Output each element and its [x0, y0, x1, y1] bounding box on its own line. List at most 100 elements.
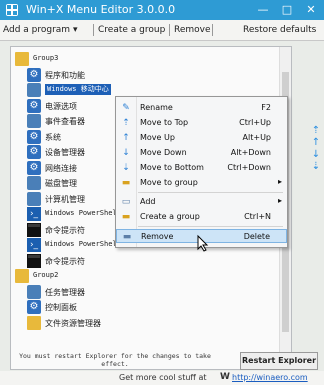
tree-group[interactable]: Group2	[11, 268, 277, 284]
tree-item-label: Group2	[33, 271, 59, 279]
menu-item-rename[interactable]: ✎ Rename F2	[116, 101, 287, 115]
side-move-arrows: ⇡ ↑ ↓ ⇣	[311, 125, 321, 173]
add-program-label: Add a program	[3, 25, 71, 35]
toolbar-divider	[169, 24, 170, 36]
restore-defaults-button[interactable]: Restore defaults	[243, 25, 316, 35]
app-icon	[6, 4, 18, 16]
menu-item-shortcut: Ctrl+Up	[239, 118, 271, 127]
menu-item-shortcut: Alt+Up	[242, 133, 271, 142]
folder-icon: ▬	[121, 178, 131, 188]
tree-item[interactable]: ⚙ 程序和功能	[11, 67, 277, 83]
gear-icon: ⚙	[27, 145, 41, 159]
menu-item-label: Add	[140, 197, 156, 206]
toolbar-divider	[93, 24, 94, 36]
toolbar: Add a program ▾ Create a group Remove Re…	[0, 20, 324, 41]
title-bar: Win+X Menu Editor 3.0.0.0 — □ ✕	[0, 0, 324, 20]
rename-icon: ✎	[122, 103, 130, 113]
menu-item-add[interactable]: ▭ Add ▸	[116, 195, 287, 209]
add-icon: ▭	[121, 197, 131, 207]
menu-item-shortcut: Delete	[243, 232, 270, 241]
move-top-icon[interactable]: ⇡	[311, 125, 321, 137]
gear-icon: ⚙	[27, 98, 41, 113]
menu-item-move-to-bottom[interactable]: ⇣ Move to Bottom Ctrl+Down	[116, 161, 287, 175]
submenu-arrow-icon: ▸	[277, 177, 282, 186]
cmd-icon	[27, 253, 41, 268]
winaero-logo: W	[220, 372, 230, 382]
tree-item-label: 事件查看器	[45, 117, 85, 126]
menu-item-shortcut: F2	[261, 103, 271, 112]
tree-item-label: 磁盘管理	[45, 179, 77, 188]
menu-item-move-to-top[interactable]: ⇡ Move to Top Ctrl+Up	[116, 116, 287, 130]
tree-item-label: 设备管理器	[45, 148, 85, 157]
menu-item-label: Move to Top	[140, 118, 189, 127]
move-bottom-icon[interactable]: ⇣	[311, 161, 321, 173]
other-icon	[27, 114, 41, 128]
restart-explorer-button[interactable]: Restart Explorer	[240, 352, 318, 370]
folder-icon	[27, 315, 41, 330]
menu-item-label: Rename	[140, 103, 173, 112]
tree-item[interactable]: 文件资源管理器	[11, 315, 277, 331]
remove-icon: ▬	[122, 232, 132, 242]
close-button[interactable]: ✕	[300, 2, 322, 18]
tree-item-label: 命令提示符	[45, 256, 85, 266]
tree-item-label: 电源选项	[45, 101, 77, 111]
folder-icon: ▬	[121, 212, 131, 222]
tree-item-label: 控制面板	[45, 303, 77, 312]
menu-item-label: Remove	[141, 232, 174, 241]
status-bar: Get more cool stuff at W http://winaero.…	[0, 371, 324, 385]
submenu-arrow-icon: ▸	[277, 196, 282, 205]
menu-item-label: Create a group	[140, 212, 200, 221]
status-prefix: Get more cool stuff at	[119, 373, 207, 382]
gear-icon: ⚙	[27, 67, 41, 82]
menu-item-move-to-group[interactable]: ▬ Move to group ▸	[116, 176, 287, 190]
tree-item-label: 系统	[45, 132, 61, 142]
tree-item-label: 计算机管理	[45, 194, 85, 204]
move-up-icon[interactable]: ↑	[311, 137, 321, 149]
winaero-link[interactable]: http://winaero.com	[232, 373, 308, 382]
menu-item-shortcut: Ctrl+N	[244, 212, 271, 221]
tree-item[interactable]: 命令提示符	[11, 253, 277, 269]
minimize-button[interactable]: —	[252, 2, 274, 18]
menu-item-create-a-group[interactable]: ▬ Create a group Ctrl+N	[116, 210, 287, 224]
tree-item[interactable]: ⚙ 控制面板	[11, 299, 277, 315]
mouse-cursor-icon	[197, 234, 209, 252]
tree-item-label: Windows 移动中心	[45, 84, 111, 95]
ps-icon: ›_	[27, 207, 41, 221]
tree-item-label: 命令提示符	[45, 225, 85, 235]
folder-icon	[15, 269, 29, 283]
tree-item-label: Windows PowerShell	[45, 240, 121, 248]
move-top-icon: ⇡	[122, 118, 130, 128]
tree-item-label: 网络连接	[45, 163, 77, 173]
menu-separator	[138, 192, 283, 193]
dropdown-caret-icon: ▾	[72, 25, 78, 35]
menu-item-label: Move to Bottom	[140, 163, 204, 172]
other-icon	[27, 83, 41, 97]
tree-group[interactable]: Group3	[11, 51, 277, 67]
menu-item-move-down[interactable]: ↓ Move Down Alt+Down	[116, 146, 287, 160]
window-title: Win+X Menu Editor 3.0.0.0	[26, 3, 176, 16]
menu-item-move-up[interactable]: ↑ Move Up Alt+Up	[116, 131, 287, 145]
cmd-icon	[27, 222, 41, 237]
maximize-button[interactable]: □	[276, 2, 298, 18]
folder-icon	[15, 52, 29, 66]
menu-separator	[138, 226, 283, 227]
move-bottom-icon: ⇣	[122, 163, 130, 173]
toolbar-divider	[212, 24, 213, 36]
menu-item-shortcut: Ctrl+Down	[227, 163, 271, 172]
menu-item-shortcut: Alt+Down	[230, 148, 271, 157]
context-menu: ✎ Rename F2 ⇡ Move to Top Ctrl+Up ↑ Move Up Alt+…	[115, 96, 288, 248]
remove-button[interactable]: Remove	[174, 25, 211, 35]
tree-item-label: Windows PowerShell	[45, 209, 121, 217]
add-program-button[interactable]: Add a program ▾	[3, 25, 77, 35]
gear-icon: ⚙	[27, 129, 41, 144]
move-up-icon: ↑	[122, 133, 130, 143]
menu-item-label: Move Up	[140, 133, 175, 142]
create-group-button[interactable]: Create a group	[98, 25, 165, 35]
menu-item-label: Move Down	[140, 148, 187, 157]
other-icon	[27, 176, 41, 190]
tree-item[interactable]: 任务管理器	[11, 284, 277, 300]
restart-note: You must restart Explorer for the change…	[19, 352, 211, 368]
menu-item-label: Move to group	[140, 178, 198, 187]
other-icon	[27, 284, 41, 299]
move-down-icon[interactable]: ↓	[311, 149, 321, 161]
